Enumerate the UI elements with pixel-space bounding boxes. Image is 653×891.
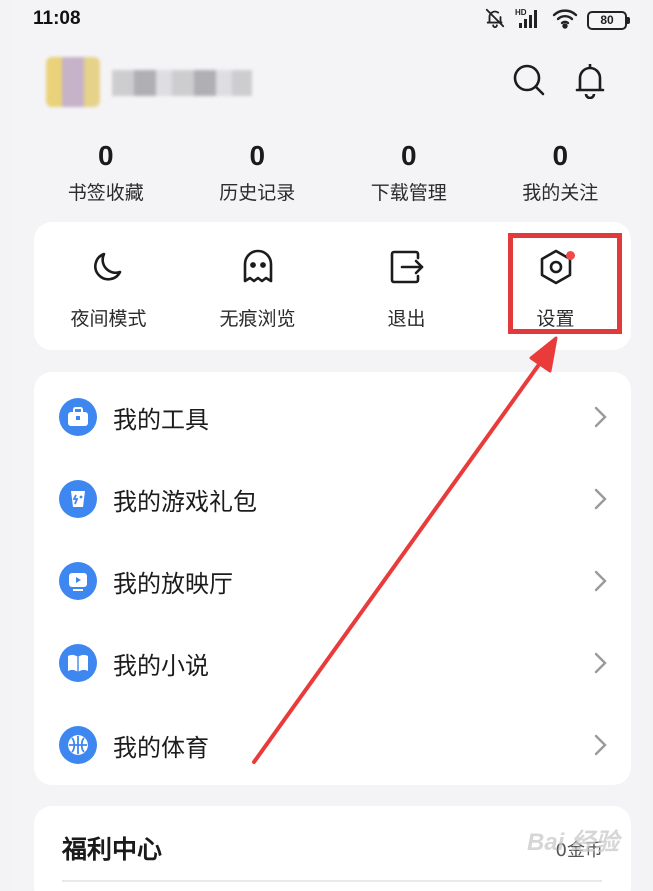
quick-label: 退出 bbox=[387, 308, 426, 330]
list-item-novels[interactable]: 我的小说 bbox=[34, 622, 631, 704]
stat-value: 0 bbox=[97, 140, 114, 171]
stat-label: 书签收藏 bbox=[67, 182, 144, 204]
list-label: 我的放映厅 bbox=[113, 569, 233, 598]
night-mode-button[interactable]: 夜间模式 bbox=[34, 222, 183, 350]
book-icon bbox=[59, 644, 97, 682]
chevron-right-icon bbox=[594, 652, 607, 674]
stat-history[interactable]: 0 历史记录 bbox=[182, 138, 334, 205]
toolbox-icon bbox=[59, 398, 97, 436]
stat-value: 0 bbox=[249, 140, 266, 171]
basketball-icon bbox=[59, 726, 97, 764]
status-time: 11:08 bbox=[33, 8, 81, 29]
list-label: 我的工具 bbox=[113, 405, 209, 434]
logout-icon bbox=[332, 246, 481, 288]
moon-icon bbox=[34, 246, 183, 288]
stat-downloads[interactable]: 0 下载管理 bbox=[333, 138, 485, 205]
wifi-icon bbox=[552, 7, 578, 33]
stat-label: 历史记录 bbox=[219, 182, 296, 204]
stat-following[interactable]: 0 我的关注 bbox=[485, 138, 637, 205]
bell-off-icon bbox=[484, 7, 506, 33]
svg-text:HD: HD bbox=[515, 8, 527, 17]
game-gift-icon bbox=[59, 480, 97, 518]
username-blurred[interactable] bbox=[112, 70, 252, 96]
quick-label: 无痕浏览 bbox=[219, 308, 296, 330]
stats-row: 0 书签收藏 0 历史记录 0 下载管理 0 我的关注 bbox=[30, 138, 636, 205]
chevron-right-icon bbox=[594, 406, 607, 428]
menu-list-card: 我的工具 我的游戏礼包 我的放映厅 我的小说 我的体育 bbox=[34, 372, 631, 785]
bell-icon[interactable] bbox=[570, 60, 610, 100]
search-icon[interactable] bbox=[509, 60, 549, 100]
stat-value: 0 bbox=[400, 140, 417, 171]
ghost-icon bbox=[183, 246, 332, 288]
battery-icon: 80 bbox=[587, 10, 630, 30]
watermark-logo: Bai 经验 bbox=[526, 829, 619, 856]
stat-label: 我的关注 bbox=[522, 182, 599, 204]
status-bar: 11:08 HD 80 bbox=[0, 0, 653, 40]
stat-bookmarks[interactable]: 0 书签收藏 bbox=[30, 138, 182, 205]
stat-label: 下载管理 bbox=[370, 182, 447, 204]
list-label: 我的小说 bbox=[113, 651, 209, 680]
list-item-sports[interactable]: 我的体育 bbox=[34, 704, 631, 786]
hd-signal-icon: HD bbox=[515, 7, 543, 33]
logout-button[interactable]: 退出 bbox=[332, 222, 481, 350]
chevron-right-icon bbox=[594, 734, 607, 756]
divider bbox=[62, 880, 602, 882]
list-item-game-gifts[interactable]: 我的游戏礼包 bbox=[34, 458, 631, 540]
incognito-button[interactable]: 无痕浏览 bbox=[183, 222, 332, 350]
list-item-screening-hall[interactable]: 我的放映厅 bbox=[34, 540, 631, 622]
chevron-right-icon bbox=[594, 488, 607, 510]
status-icons: HD 80 bbox=[484, 7, 630, 33]
avatar[interactable] bbox=[46, 57, 100, 107]
quick-label: 夜间模式 bbox=[70, 308, 147, 330]
chevron-right-icon bbox=[594, 570, 607, 592]
list-item-tools[interactable]: 我的工具 bbox=[34, 376, 631, 458]
stat-value: 0 bbox=[552, 140, 569, 171]
play-screen-icon bbox=[59, 562, 97, 600]
list-label: 我的体育 bbox=[113, 733, 209, 762]
welfare-title: 福利中心 bbox=[62, 835, 163, 864]
list-label: 我的游戏礼包 bbox=[113, 487, 257, 516]
annotation-highlight-box bbox=[508, 233, 622, 334]
